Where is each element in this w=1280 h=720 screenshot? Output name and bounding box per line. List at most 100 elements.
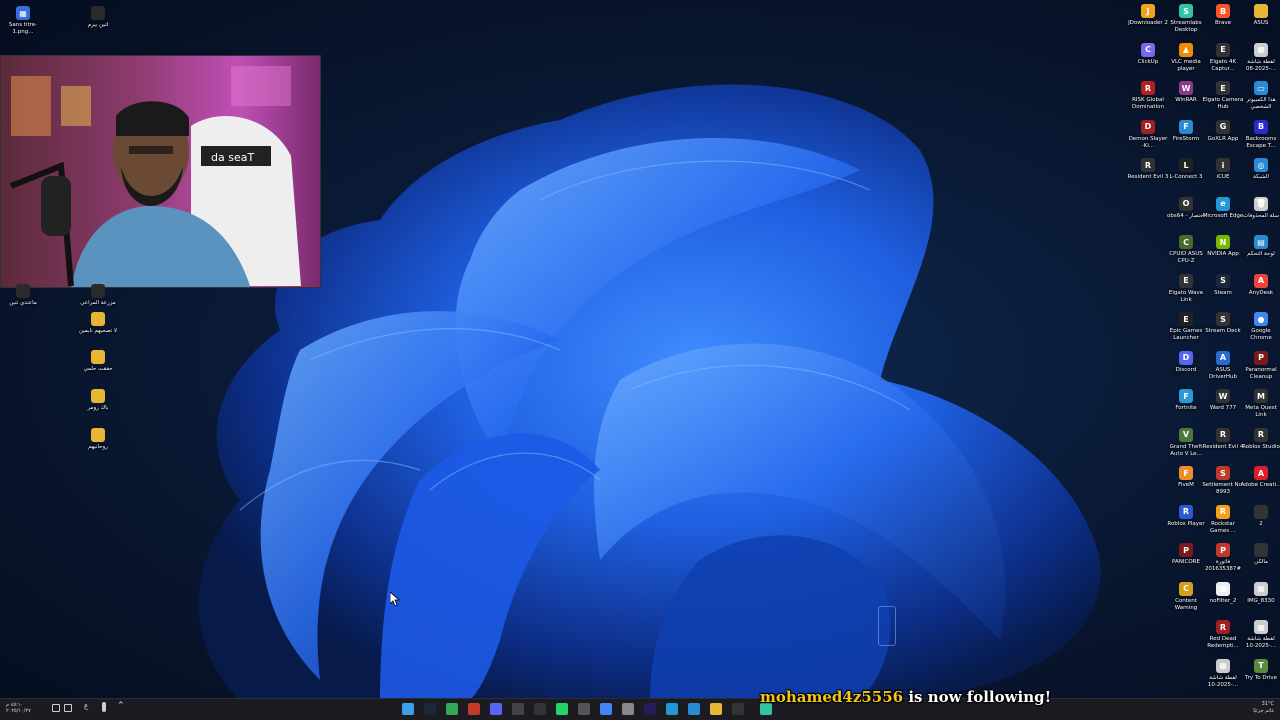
app-icon[interactable] (732, 703, 744, 715)
chevron-up-icon[interactable]: ⌃ (117, 701, 125, 711)
desktop-icon[interactable]: ▦ لقطة شاشة 2025-10-... (1203, 658, 1243, 689)
desktop-icon[interactable]: R Resident Evil 3 (1128, 158, 1168, 181)
desktop-icon[interactable]: ▭ هذا الكمبيوتر الشخصي (1241, 81, 1280, 111)
desktop-icon[interactable]: لتين بيرم (78, 6, 118, 29)
desktop-icon-label: Elgato Camera Hub (1202, 97, 1244, 110)
desktop-icon[interactable]: J JDownloader 2 (1128, 4, 1168, 27)
desktop-icon[interactable]: N NVIDIA App (1203, 235, 1243, 258)
desktop-icon[interactable]: F Fortnite (1166, 389, 1206, 412)
desktop-icon[interactable]: مزرعة المراعي (78, 284, 118, 307)
desktop-icon[interactable]: T Try To Drive (1241, 658, 1280, 682)
desktop-icon[interactable]: E Elgato Camera Hub (1203, 81, 1243, 111)
desktop-icon[interactable]: ▤ لوحة التحكم (1241, 235, 1280, 258)
desktop-icon[interactable]: P Paranormal Cleanup (1241, 350, 1280, 381)
desktop-icon[interactable]: A AnyDesk (1241, 273, 1280, 297)
desktop-icon[interactable]: ▦ Sans titre-1.png... (3, 6, 43, 36)
desktop-icon[interactable]: S Settlement No. 8993 (1202, 466, 1244, 496)
steam-icon[interactable] (424, 703, 436, 715)
desktop-icon[interactable]: V Grand Theft Auto V Le... (1166, 427, 1206, 458)
desktop-icon-label: NVIDIA App (1207, 251, 1239, 257)
desktop-icon[interactable]: ▦ IMG_8330 (1241, 581, 1280, 605)
microphone-icon[interactable] (102, 702, 106, 712)
app-icon: J (1141, 4, 1155, 18)
desktop-icon[interactable]: ● Google Chrome (1241, 312, 1280, 342)
desktop-icon[interactable]: B Backrooms Escape T... (1241, 119, 1280, 150)
store-icon[interactable] (688, 703, 700, 715)
desktop-icon[interactable]: C ClickUp (1128, 42, 1168, 66)
start-icon[interactable] (402, 703, 414, 715)
chrome-icon[interactable] (446, 703, 458, 715)
desktop-icon[interactable]: C CPUID ASUS CPU-Z (1166, 235, 1206, 265)
desktop-icon[interactable]: P PANICORE (1166, 543, 1206, 566)
desktop-icon-label: ClickUp (1137, 58, 1159, 65)
explorer-icon[interactable] (710, 703, 722, 715)
desktop-icon[interactable]: M Meta Quest Link (1241, 389, 1280, 419)
desktop-icon[interactable]: W WinRAR (1166, 81, 1206, 104)
desktop-icon-label: JDownloader 2 (1128, 20, 1168, 26)
network-icon[interactable] (64, 704, 72, 712)
desktop-icon[interactable]: ▦ لقطة شاشة 2025-08-... (1241, 42, 1280, 73)
desktop-icon[interactable]: Oobs64 - اختصار (1166, 196, 1206, 220)
desktop-icon-label: Brave (1214, 20, 1232, 26)
desktop-icon[interactable]: G GoXLR App (1203, 119, 1243, 143)
desktop-icon-label: لوحة التحكم (1247, 251, 1275, 257)
desktop-icon[interactable]: A ASUS DriverHub (1203, 350, 1243, 381)
desktop-icon[interactable]: R RISK Global Domination (1128, 81, 1168, 111)
speaker-icon[interactable] (52, 704, 60, 712)
whatsapp-icon[interactable] (556, 703, 568, 715)
desktop-icon[interactable]: باك رومر (78, 389, 118, 412)
premiere-icon[interactable] (644, 703, 656, 715)
desktop-icon[interactable]: e Microsoft Edge (1203, 196, 1243, 220)
follower-username: mohamed4z5556 (760, 688, 904, 706)
epic-icon[interactable] (534, 703, 546, 715)
desktop-icon[interactable]: ASUS (1241, 4, 1280, 27)
desktop-icon[interactable]: B Brave (1203, 4, 1243, 27)
desktop-icon[interactable]: ▲ VLC media player (1166, 42, 1206, 73)
desktop-icon[interactable]: ▦ لقطة شاشة 2025-10-... (1241, 620, 1280, 650)
obs-icon[interactable] (468, 703, 480, 715)
desktop-icon[interactable]: D Discord (1166, 350, 1206, 374)
desktop-icon[interactable]: ◎ الشبكة (1241, 158, 1280, 181)
file-icon[interactable] (622, 703, 634, 715)
desktop-icon[interactable]: S Steam (1203, 273, 1243, 297)
desktop-icon[interactable]: E Elgato Wave Link (1166, 273, 1206, 304)
app-icon (91, 6, 105, 20)
desktop-icon[interactable]: P فاتورة #201635387 (1203, 543, 1243, 573)
settings-icon[interactable] (578, 703, 590, 715)
desktop-icon-label: لتين بيرم (87, 22, 109, 28)
desktop-icon[interactable]: S Streamlabs Desktop (1166, 4, 1206, 34)
desktop-icon[interactable]: R Red Dead Redempti... (1203, 620, 1243, 650)
desktop-icon[interactable]: R Rockstar Games ... (1203, 504, 1243, 535)
weather-temp[interactable]: 31°C (1244, 701, 1274, 707)
desktop-icon[interactable]: E Epic Games Launcher (1166, 312, 1206, 342)
desktop-icon[interactable]: W Ward 777 (1203, 389, 1243, 412)
weather-desc[interactable]: غائم جزئيًا (1228, 708, 1274, 714)
desktop-icon[interactable]: i iCUE (1203, 158, 1243, 181)
desktop-icon[interactable]: C Content Warning (1166, 581, 1206, 612)
desktop-icon[interactable]: R Roblox Player (1166, 504, 1206, 528)
desktop-icon[interactable]: R Resident Evil 4 (1203, 427, 1243, 451)
edge-icon[interactable] (666, 703, 678, 715)
desktop-icon[interactable]: R Roblox Studio (1241, 427, 1280, 451)
desktop-icon[interactable]: مالكي (1241, 543, 1280, 566)
desktop-icon[interactable]: حققت حلمي (78, 350, 118, 373)
xbox-icon[interactable] (512, 703, 524, 715)
desktop-icon[interactable]: F FireStorm (1166, 119, 1206, 143)
desktop-icon[interactable]: ▦ noFilter_2 (1203, 581, 1243, 605)
desktop-icon[interactable]: A Adobe Creati... (1241, 466, 1280, 489)
desktop-icon[interactable]: ماعندي تتين (3, 284, 43, 307)
desktop-icon[interactable]: S Stream Deck (1203, 312, 1243, 335)
language-indicator[interactable]: ع (84, 702, 88, 710)
desktop-icon[interactable]: 🗑 سلة المحذوفات (1241, 196, 1280, 220)
chrome-icon-2[interactable] (600, 703, 612, 715)
discord-icon[interactable] (490, 703, 502, 715)
tray-clock[interactable]: ٤٥:١٠ م ٢٠٢٥/١٠/٢٧ (6, 702, 31, 714)
desktop-icon[interactable]: لا تصحيهم نايمين (78, 312, 118, 335)
desktop-icon[interactable]: E Elgato 4K Captur... (1203, 42, 1243, 73)
desktop-icon[interactable]: F FiveM (1166, 466, 1206, 489)
desktop-icon[interactable]: 2 (1241, 504, 1280, 528)
desktop-icon[interactable]: D Demon Slayer -Ki... (1128, 119, 1168, 150)
desktop-icon-label: لقطة شاشة 2025-10-... (1207, 674, 1239, 688)
desktop-icon[interactable]: روحانيهم (78, 428, 118, 451)
desktop-icon[interactable]: L L-Connect 3 (1166, 158, 1206, 181)
